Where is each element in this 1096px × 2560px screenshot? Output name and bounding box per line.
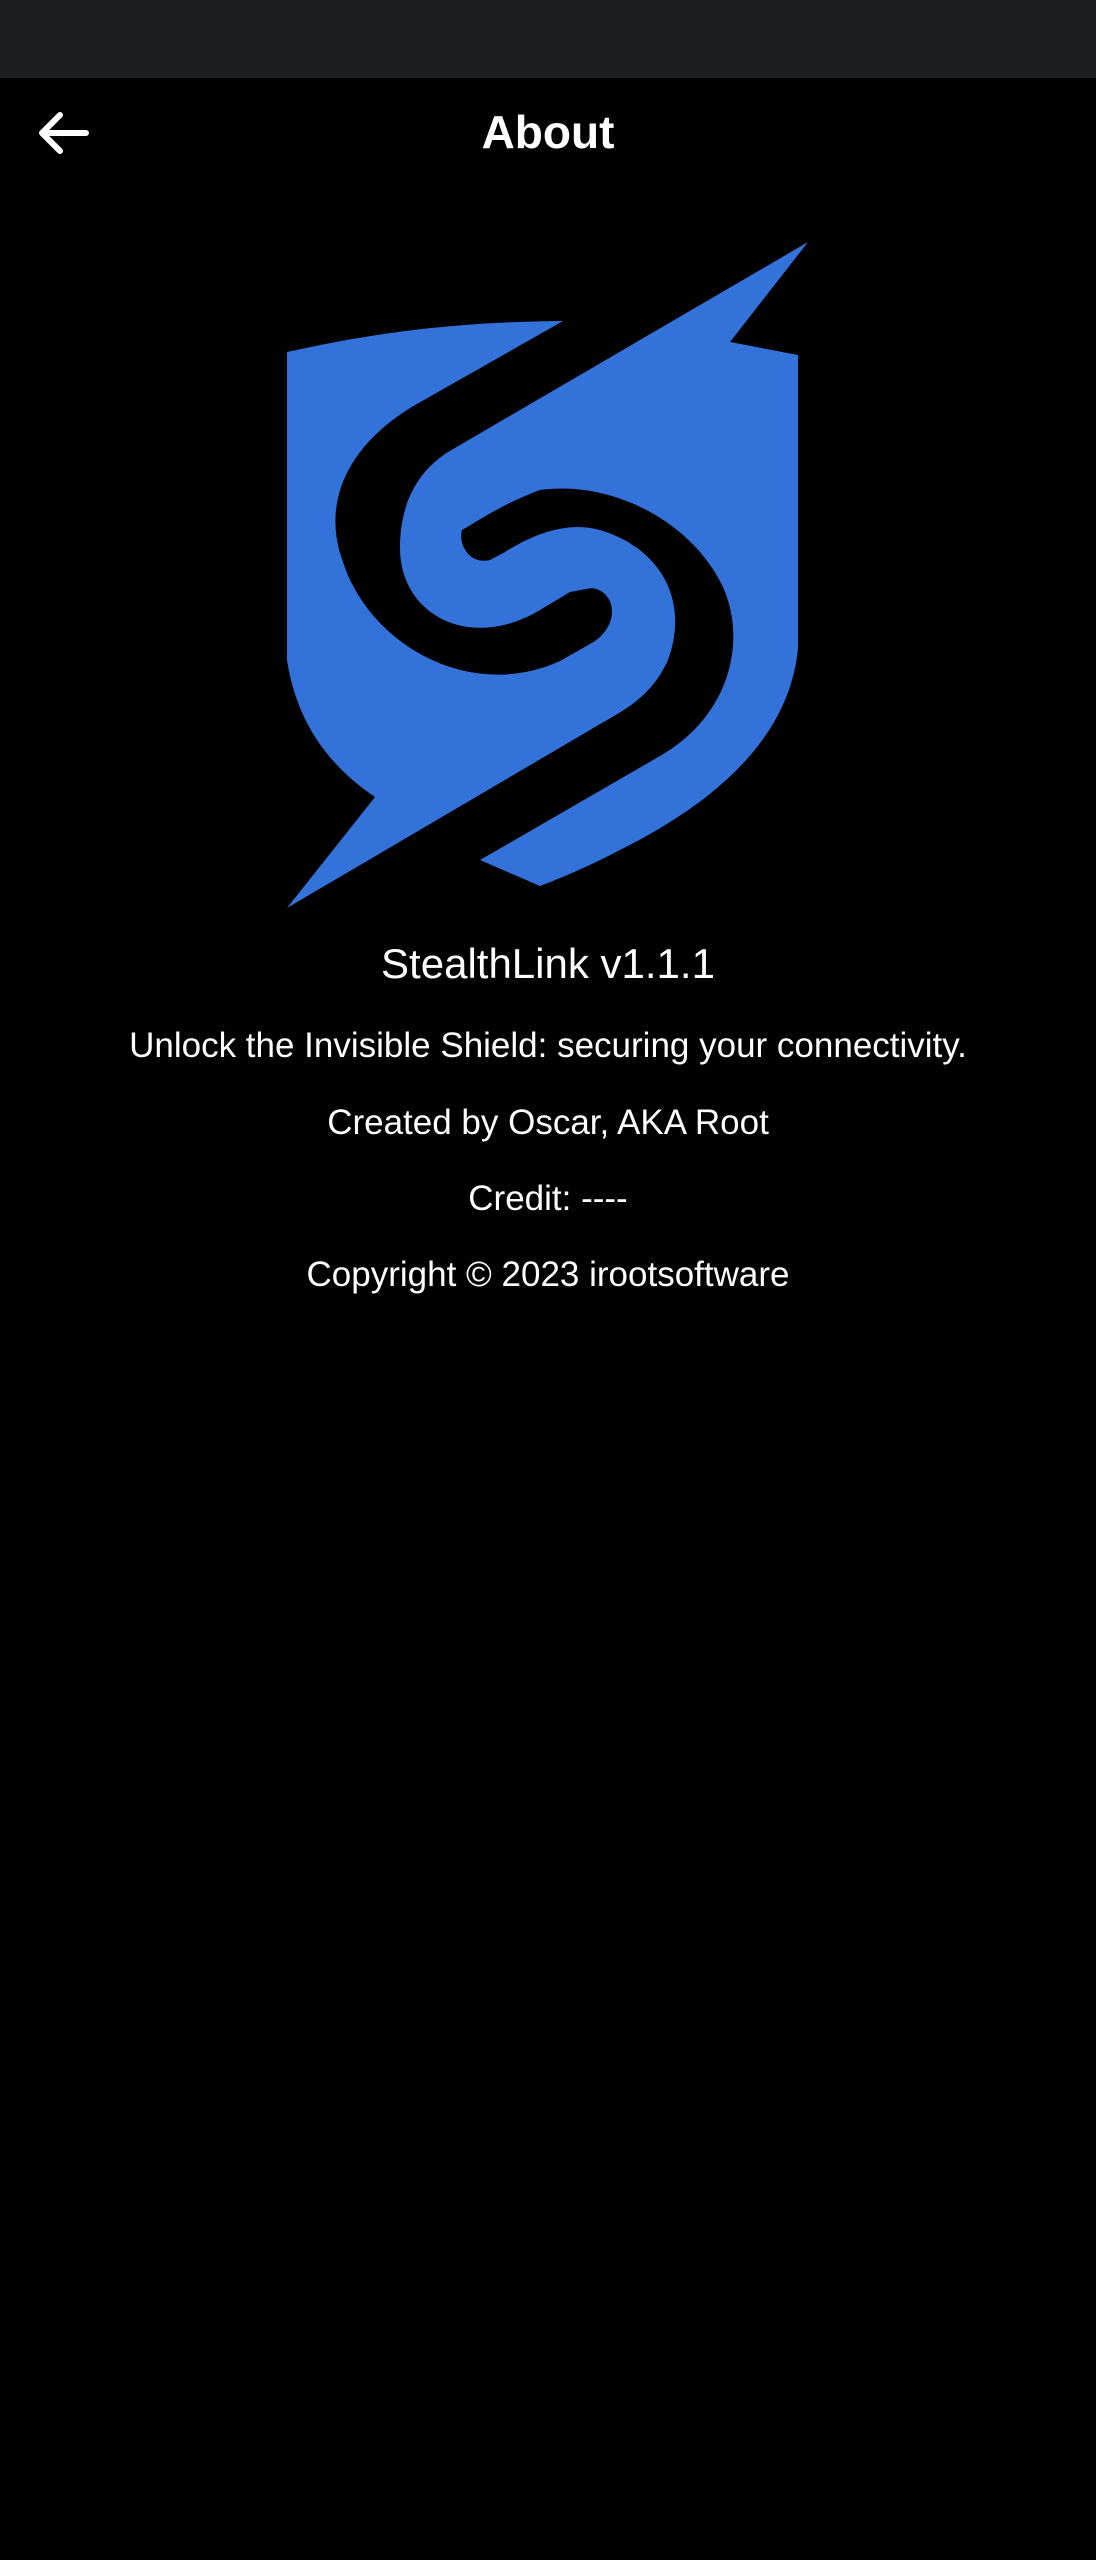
status-bar — [0, 0, 1096, 78]
app-version: StealthLink v1.1.1 — [381, 940, 715, 987]
credit-text: Credit: ---- — [468, 1179, 628, 1218]
app-tagline: Unlock the Invisible Shield: securing yo… — [129, 1026, 967, 1065]
page-title: About — [481, 106, 615, 158]
shield-s-logo-icon — [287, 242, 808, 908]
copyright-text: Copyright © 2023 irootsoftware — [306, 1255, 790, 1294]
app-bar: About — [0, 78, 1096, 188]
creator-text: Created by Oscar, AKA Root — [327, 1103, 769, 1142]
